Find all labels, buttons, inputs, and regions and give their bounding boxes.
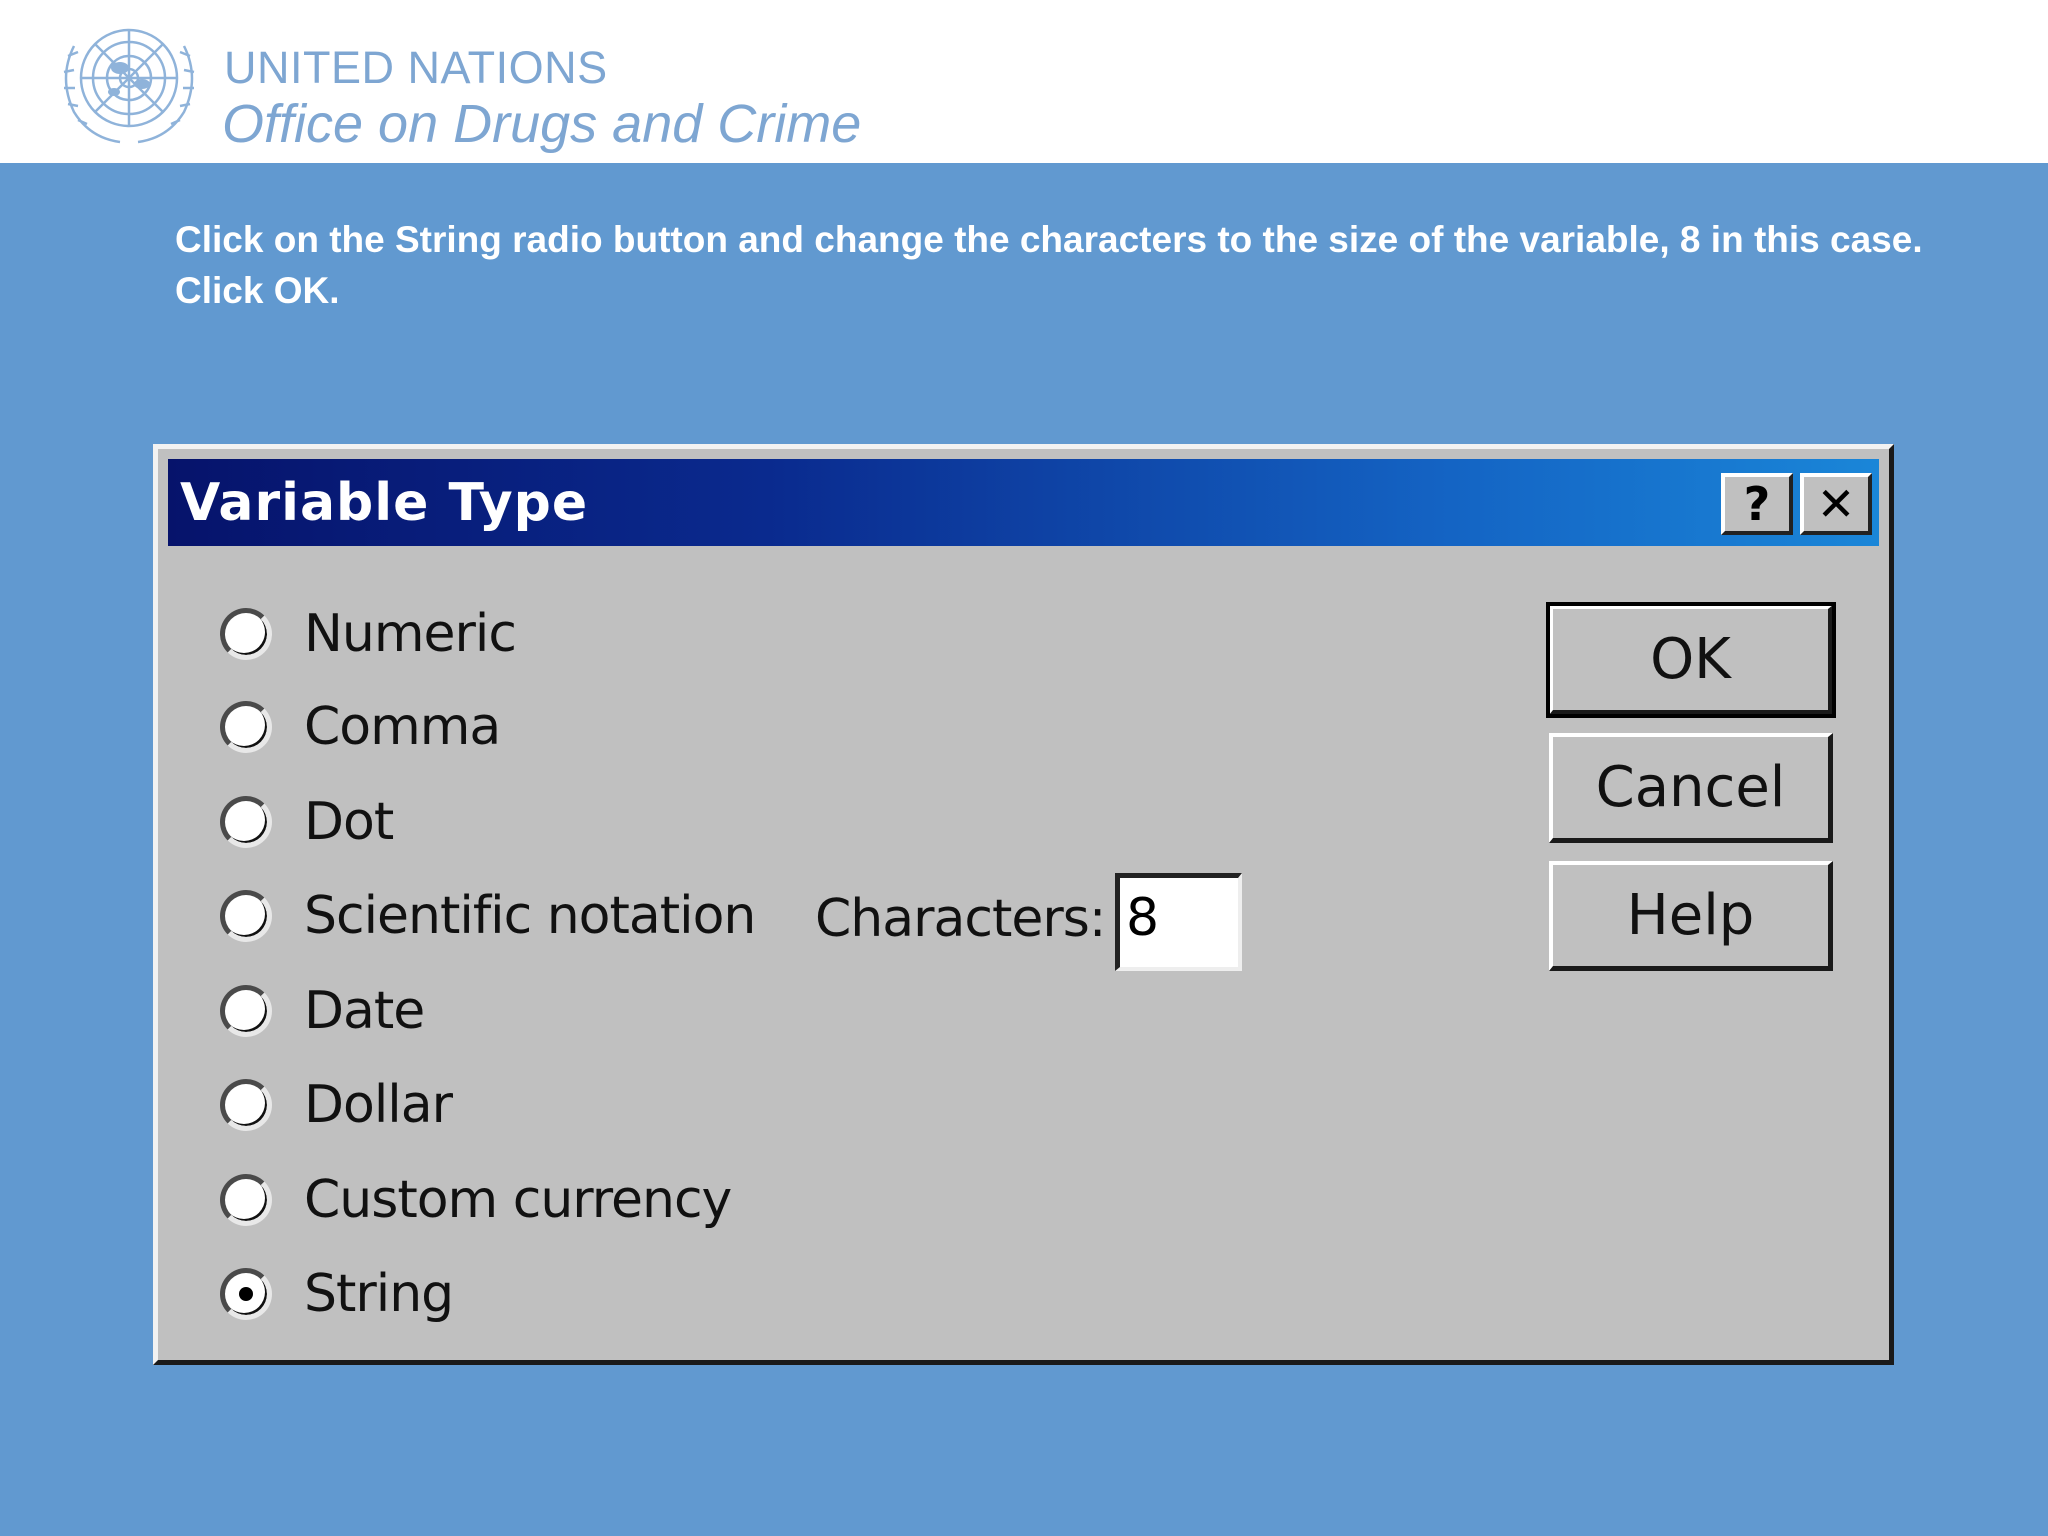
option-label: Scientific notation — [304, 886, 756, 946]
un-emblem-icon — [63, 28, 195, 144]
radio-button[interactable] — [220, 796, 272, 848]
option-string[interactable]: String — [220, 1264, 454, 1324]
option-numeric[interactable]: Numeric — [220, 604, 517, 664]
option-label: Custom currency — [304, 1170, 732, 1230]
dialog-title: Variable Type — [180, 473, 589, 533]
characters-label: Characters: — [815, 889, 1106, 949]
option-scientific-notation[interactable]: Scientific notation — [220, 886, 756, 946]
radio-button-selected[interactable] — [220, 1268, 272, 1320]
help-button[interactable]: Help — [1549, 861, 1833, 971]
instruction-line-2: Click OK. — [175, 270, 340, 311]
radio-button[interactable] — [220, 1174, 272, 1226]
instruction-line-1: Click on the String radio button and cha… — [175, 219, 1923, 260]
org-name: UNITED NATIONS — [224, 42, 608, 93]
variable-type-dialog: Variable Type ? ✕ Numeric Comma Dot Scie… — [153, 444, 1894, 1365]
radio-button[interactable] — [220, 890, 272, 942]
option-label: Numeric — [304, 604, 517, 664]
dialog-titlebar[interactable]: Variable Type ? ✕ — [168, 459, 1879, 546]
help-icon[interactable]: ? — [1721, 473, 1793, 535]
option-comma[interactable]: Comma — [220, 697, 501, 757]
instruction-text: Click on the String radio button and cha… — [175, 214, 1955, 316]
radio-button[interactable] — [220, 608, 272, 660]
option-dollar[interactable]: Dollar — [220, 1075, 453, 1135]
radio-button[interactable] — [220, 1079, 272, 1131]
option-date[interactable]: Date — [220, 981, 425, 1041]
office-name: Office on Drugs and Crime — [222, 94, 862, 154]
option-label: Date — [304, 981, 425, 1041]
option-custom-currency[interactable]: Custom currency — [220, 1170, 732, 1230]
radio-button[interactable] — [220, 701, 272, 753]
header-band: UNITED NATIONS Office on Drugs and Crime — [0, 0, 2048, 163]
characters-input[interactable]: 8 — [1115, 873, 1242, 971]
radio-selected-dot — [239, 1287, 253, 1301]
cancel-button[interactable]: Cancel — [1549, 733, 1833, 843]
option-label: Dollar — [304, 1075, 453, 1135]
option-label: Comma — [304, 697, 501, 757]
radio-button[interactable] — [220, 985, 272, 1037]
option-label: Dot — [304, 792, 394, 852]
ok-button[interactable]: OK — [1546, 602, 1836, 718]
option-label: String — [304, 1264, 454, 1324]
option-dot[interactable]: Dot — [220, 792, 394, 852]
close-icon[interactable]: ✕ — [1800, 473, 1872, 535]
